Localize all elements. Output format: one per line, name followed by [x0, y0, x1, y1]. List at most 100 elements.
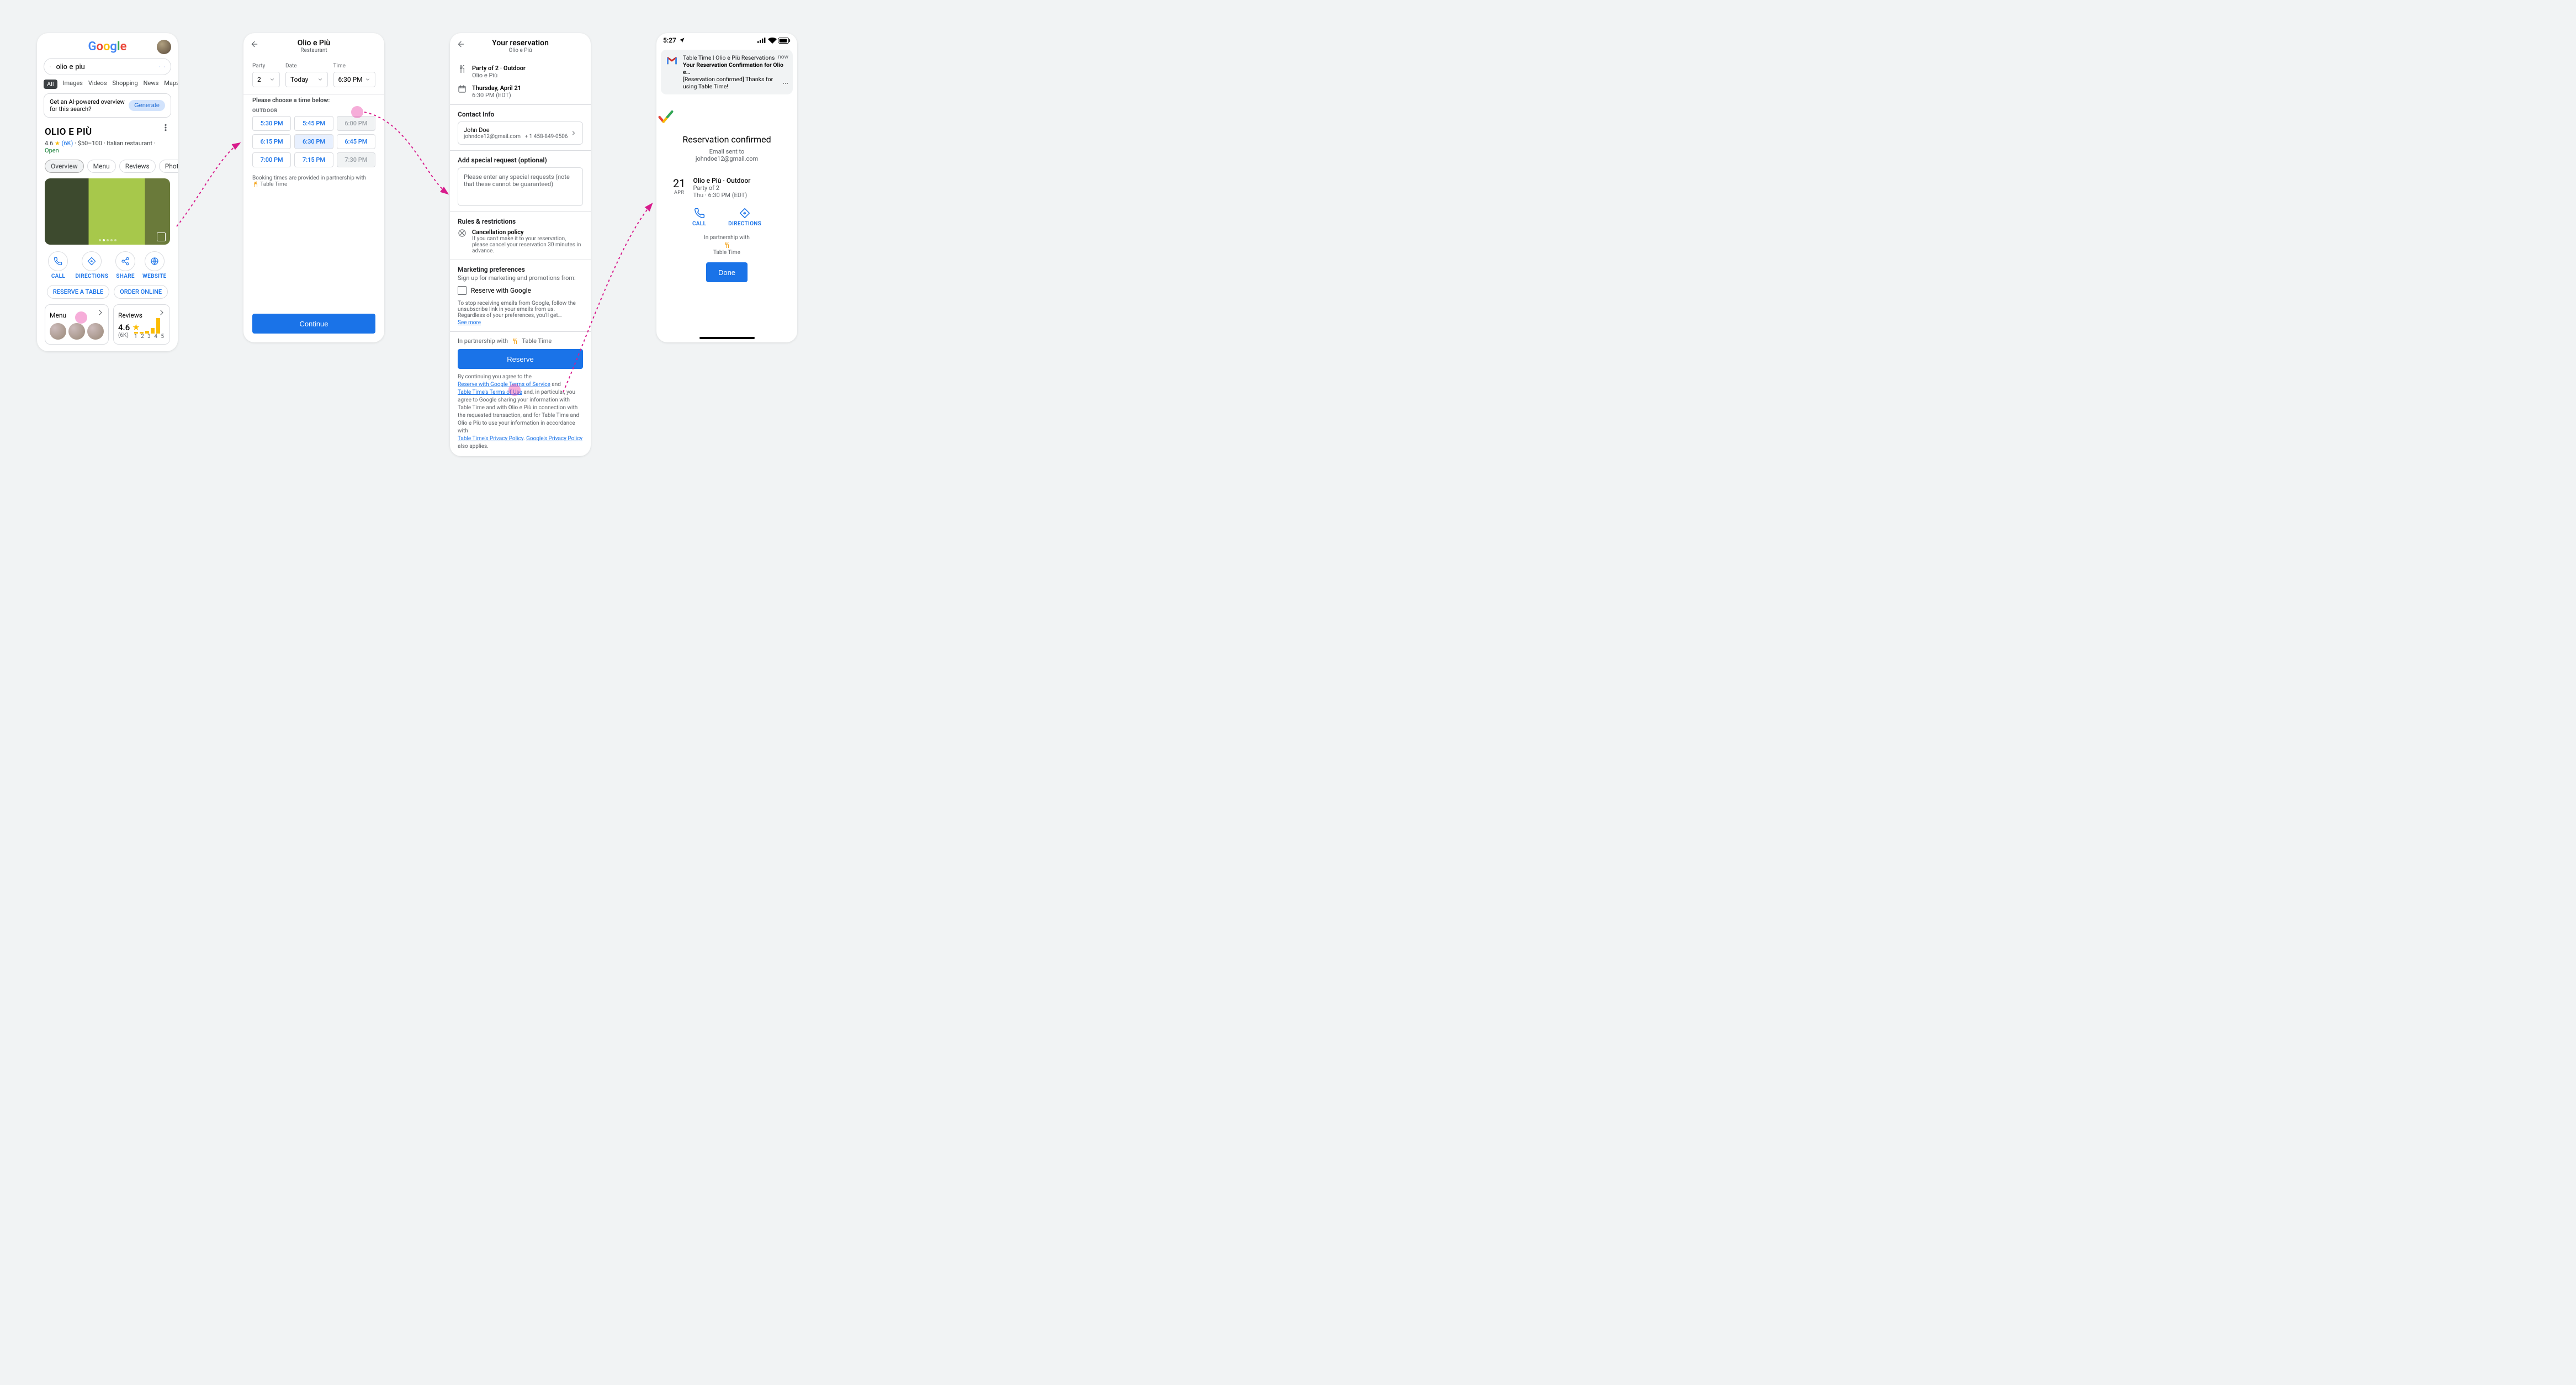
- directions-action[interactable]: DIRECTIONS: [728, 208, 761, 227]
- time-slot[interactable]: 6:15 PM: [252, 134, 291, 149]
- special-request-input[interactable]: Please enter any special requests (note …: [458, 167, 583, 206]
- tab-overview[interactable]: Overview: [45, 160, 84, 173]
- fork-knife-icon: [458, 65, 467, 73]
- screen-reservation-form: Your reservation Olio e Più Party of 2 ·…: [450, 33, 591, 456]
- g-pp-link[interactable]: Google's Privacy Policy: [526, 436, 582, 442]
- phone-icon: [694, 208, 705, 219]
- more-icon[interactable]: [161, 123, 170, 132]
- special-request-header: Add special request (optional): [458, 156, 583, 164]
- success-check-icon: [656, 108, 675, 126]
- contact-detail: johndoe12@gmail.com + 1 458-849-0506: [464, 134, 568, 140]
- call-action[interactable]: CALL: [692, 208, 706, 227]
- tab-all[interactable]: All: [44, 80, 57, 89]
- open-status: Open: [45, 147, 59, 154]
- tab-maps[interactable]: Maps: [164, 80, 178, 89]
- gmail-icon: [665, 54, 679, 67]
- globe-icon: [150, 257, 159, 266]
- done-button[interactable]: Done: [706, 262, 748, 282]
- see-more-link[interactable]: See more: [458, 320, 481, 326]
- tt-tos-link[interactable]: Table Time's Terms of Use: [458, 389, 522, 395]
- time-slot[interactable]: 6:30 PM: [294, 134, 333, 149]
- rwg-tos-link[interactable]: Reserve with Google Terms of Service: [458, 382, 550, 388]
- date-label: Date: [285, 63, 297, 69]
- continue-button[interactable]: Continue: [252, 314, 375, 334]
- place-name: OLIO E PIÙ: [45, 126, 92, 138]
- time-slot[interactable]: 5:30 PM: [252, 116, 291, 131]
- generate-button[interactable]: Generate: [129, 100, 165, 111]
- tt-pp-link[interactable]: Table Time's Privacy Policy: [458, 436, 523, 442]
- time-slot[interactable]: 5:45 PM: [294, 116, 333, 131]
- partner-pre: In partnership with: [656, 235, 797, 241]
- tab-shopping[interactable]: Shopping: [113, 80, 138, 89]
- notif-when: now: [778, 54, 788, 61]
- reviews-card[interactable]: Reviews 4.6 ★ (6K) 1 2 3 4 5: [113, 304, 170, 345]
- chevron-down-icon: [269, 77, 275, 82]
- directions-action[interactable]: DIRECTIONS: [75, 251, 108, 279]
- choose-time-label: Please choose a time below:: [243, 94, 384, 105]
- more-icon[interactable]: ⋯: [783, 80, 789, 87]
- avatar[interactable]: [157, 40, 171, 54]
- cancel-title: Cancellation policy: [472, 229, 583, 236]
- notif-app: Table Time | Olio e Più Reservations: [683, 54, 775, 61]
- tab-videos[interactable]: Videos: [88, 80, 107, 89]
- tab-photos[interactable]: Photos: [159, 160, 178, 173]
- partner-pre: In partnership with: [458, 337, 508, 345]
- status-time: 5:27: [663, 36, 676, 44]
- share-action[interactable]: SHARE: [115, 251, 135, 279]
- cancel-icon: [458, 229, 467, 237]
- expand-icon[interactable]: [157, 232, 166, 241]
- contact-card[interactable]: John Doe johndoe12@gmail.com + 1 458-849…: [458, 121, 583, 145]
- search-input-container[interactable]: [44, 58, 171, 75]
- place-tabs: Overview Menu Reviews Photos: [45, 160, 170, 173]
- detail-time: Thu · 6:30 PM (EDT): [693, 192, 750, 199]
- tab-menu[interactable]: Menu: [87, 160, 116, 173]
- tab-reviews[interactable]: Reviews: [119, 160, 156, 173]
- search-tabs: All Images Videos Shopping News Maps: [37, 75, 178, 93]
- time-slot[interactable]: 6:45 PM: [337, 134, 375, 149]
- order-online-button[interactable]: ORDER ONLINE: [114, 285, 168, 299]
- reserve-button[interactable]: Reserve: [458, 349, 583, 369]
- carousel-indicator: [99, 239, 116, 241]
- marketing-sub: Sign up for marketing and promotions fro…: [458, 274, 583, 282]
- reviews-link[interactable]: (6K): [62, 140, 73, 147]
- detail-party: Party of 2: [693, 184, 750, 192]
- battery-icon: [778, 38, 791, 44]
- date-select[interactable]: Today: [285, 72, 328, 87]
- menu-thumbs: [50, 323, 104, 340]
- ai-overview-bar: Get an AI-powered overview for this sear…: [44, 93, 171, 118]
- partner-line: Booking times are provided in partnershi…: [243, 167, 384, 191]
- wifi-icon: [768, 37, 777, 44]
- ai-overview-text: Get an AI-powered overview for this sear…: [50, 98, 129, 113]
- tab-news[interactable]: News: [144, 80, 159, 89]
- chevron-down-icon: [317, 77, 323, 82]
- hero-image[interactable]: [45, 178, 170, 245]
- marketing-checkbox[interactable]: [458, 286, 467, 295]
- time-slot: 7:30 PM: [337, 152, 375, 167]
- detail-title: Olio e Più · Outdoor: [693, 177, 750, 184]
- lens-icon[interactable]: [164, 62, 165, 71]
- contact-name: John Doe: [464, 126, 568, 134]
- google-logo: Google: [88, 40, 127, 54]
- search-icon: [50, 62, 51, 71]
- reserve-table-button[interactable]: RESERVE A TABLE: [47, 285, 109, 299]
- time-label: Time: [333, 63, 346, 69]
- marketing-header: Marketing preferences: [458, 266, 583, 273]
- time-slot[interactable]: 7:00 PM: [252, 152, 291, 167]
- time-slot[interactable]: 7:15 PM: [294, 152, 333, 167]
- mic-icon[interactable]: [159, 62, 160, 71]
- time-slot: 6:00 PM: [337, 116, 375, 131]
- partner-name: Table Time: [260, 182, 287, 188]
- time-select[interactable]: 6:30 PM: [333, 72, 376, 87]
- party-select[interactable]: 2: [252, 72, 280, 87]
- tab-images[interactable]: Images: [63, 80, 83, 89]
- time-grid: 5:30 PM5:45 PM 6:00 PM 6:15 PM6:30 PM 6:45 …: [243, 116, 384, 167]
- menu-card[interactable]: Menu: [45, 304, 109, 345]
- email-notification[interactable]: Table Time | Olio e Più Reservations now…: [661, 50, 793, 94]
- place-result: OLIO E PIÙ 4.6 ★ (6K) · $50–100 · Italia…: [37, 123, 178, 351]
- call-action[interactable]: CALL: [48, 251, 68, 279]
- website-action[interactable]: WEBSITE: [142, 251, 167, 279]
- search-input[interactable]: [55, 62, 155, 71]
- screen-time-picker: Olio e Più Restaurant Party 2 Date Today…: [243, 33, 384, 342]
- back-icon[interactable]: [457, 40, 465, 49]
- back-icon[interactable]: [250, 40, 259, 49]
